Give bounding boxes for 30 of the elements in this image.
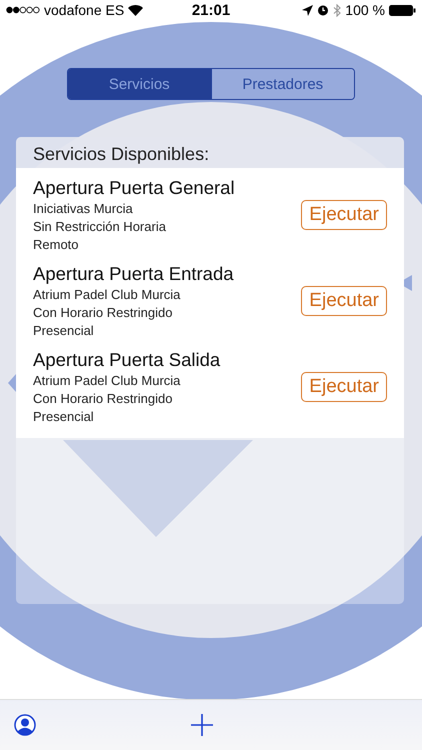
signal-icon: [6, 6, 40, 14]
service-detail: Sin Restricción Horaria: [33, 218, 167, 236]
service-name: Apertura Puerta Entrada: [33, 262, 235, 286]
service-detail: Presencial: [33, 408, 95, 426]
battery-icon: [389, 4, 416, 16]
profile-icon[interactable]: [14, 714, 36, 736]
service-detail: Presencial: [33, 322, 95, 340]
service-name: Apertura Puerta General: [33, 176, 236, 200]
service-detail: Remoto: [33, 236, 80, 254]
carrier-name: vodafone ES: [44, 2, 124, 18]
execute-button[interactable]: Ejecutar: [301, 200, 387, 230]
service-detail: Atrium Padel Club Murcia: [33, 372, 182, 390]
service-name: Apertura Puerta Salida: [33, 348, 222, 372]
clock-time: 21:01: [192, 2, 230, 18]
service-detail: Atrium Padel Club Murcia: [33, 286, 182, 304]
add-icon[interactable]: [191, 714, 213, 736]
segment-tab[interactable]: Prestadores: [210, 69, 354, 99]
service-detail: Iniciativas Murcia: [33, 200, 134, 218]
bluetooth-icon: [333, 4, 342, 16]
battery-percent: 100 %: [345, 2, 385, 18]
service-detail: Con Horario Restringido: [33, 304, 174, 322]
alarm-clock-icon: [317, 4, 330, 16]
wifi-icon: [128, 4, 144, 16]
location-arrow-icon: [302, 4, 314, 16]
segment-tab[interactable]: Servicios: [68, 69, 210, 99]
execute-button[interactable]: Ejecutar: [301, 286, 387, 316]
execute-button[interactable]: Ejecutar: [301, 372, 387, 402]
service-detail: Con Horario Restringido: [33, 390, 174, 408]
arrow-icon: [8, 374, 16, 392]
card-title: Servicios Disponibles:: [16, 137, 404, 168]
